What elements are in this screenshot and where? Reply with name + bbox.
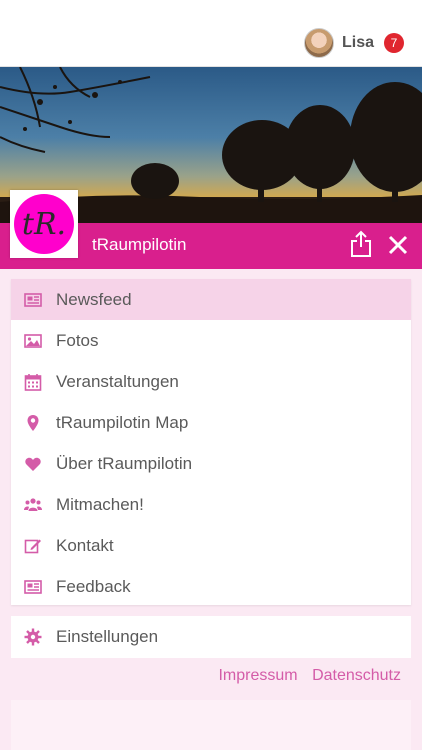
impressum-link[interactable]: Impressum (218, 667, 297, 684)
footer-links: Impressum Datenschutz (208, 667, 401, 685)
settings-label: Einstellungen (56, 627, 159, 646)
share-icon[interactable] (348, 230, 374, 258)
page-logo[interactable]: tR. (10, 190, 78, 258)
menu-item-label: Über tRaumpilotin (56, 453, 193, 473)
menu-item-map[interactable]: tRaumpilotin Map (11, 402, 411, 443)
users-icon (24, 497, 42, 511)
menu-item-label: tRaumpilotin Map (56, 412, 189, 432)
side-menu: Newsfeed Fotos Veranstaltungen tRaumpilo… (11, 279, 411, 605)
top-bar: Lisa 7 (0, 0, 422, 67)
gear-icon (24, 628, 42, 646)
menu-item-fotos[interactable]: Fotos (11, 320, 411, 361)
notification-badge[interactable]: 7 (384, 33, 404, 53)
menu-item-label: Feedback (56, 576, 131, 596)
datenschutz-link[interactable]: Datenschutz (312, 667, 401, 684)
menu-item-settings[interactable]: Einstellungen (11, 616, 411, 658)
menu-item-label: Kontakt (56, 535, 114, 555)
newspaper-icon (24, 579, 42, 594)
menu-item-label: Mitmachen! (56, 494, 144, 514)
page-title: tRaumpilotin (92, 235, 187, 254)
avatar[interactable] (303, 28, 334, 58)
menu-item-label: Veranstaltungen (56, 371, 179, 391)
image-icon (24, 333, 42, 348)
bottom-panel (11, 700, 411, 750)
edit-icon (24, 539, 41, 553)
menu-item-veranstaltungen[interactable]: Veranstaltungen (11, 361, 411, 402)
heart-icon (25, 457, 41, 471)
close-icon[interactable] (386, 233, 410, 257)
user-name[interactable]: Lisa (342, 34, 374, 52)
newspaper-icon (24, 292, 42, 307)
map-pin-icon (27, 414, 39, 431)
menu-item-about[interactable]: Über tRaumpilotin (11, 443, 411, 484)
calendar-icon (24, 373, 42, 391)
menu-item-mitmachen[interactable]: Mitmachen! (11, 484, 411, 525)
menu-item-label: Newsfeed (56, 289, 132, 309)
logo-mark: tR. (14, 194, 74, 254)
menu-item-feedback[interactable]: Feedback (11, 566, 411, 607)
menu-item-label: Fotos (56, 330, 99, 350)
menu-item-newsfeed[interactable]: Newsfeed (11, 279, 411, 320)
user-profile[interactable]: Lisa 7 (303, 28, 404, 58)
menu-item-kontakt[interactable]: Kontakt (11, 525, 411, 566)
